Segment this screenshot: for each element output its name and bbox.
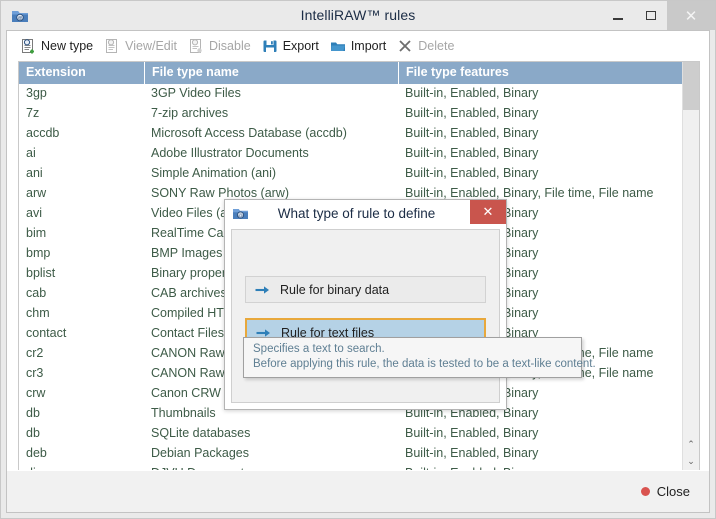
main-window: @ IntelliRAW™ rules ✕ New type View/Edit…	[0, 0, 716, 519]
cell-file-type-features: Built-in, Enabled, Binary	[405, 106, 539, 120]
close-dot-icon	[640, 487, 650, 496]
cell-extension: bmp	[26, 246, 51, 260]
client-area: New type View/Edit Disable Export Import…	[6, 30, 710, 513]
cell-file-type-name: DJVU Documents	[144, 464, 398, 470]
cell-extension: ani	[26, 166, 43, 180]
cell-extension: 7z	[26, 106, 40, 120]
cell-extension: crw	[26, 386, 46, 400]
table-row[interactable]: db SQLite databases Built-in, Enabled, Bin…	[19, 424, 682, 444]
scrollbar-thumb[interactable]	[683, 62, 699, 110]
cell-file-type-features: Built-in, Enabled, Binary	[398, 464, 682, 470]
cell-extension: deb	[26, 446, 47, 460]
cell-extension: cr2	[26, 346, 44, 360]
dialog-titlebar: @ What type of rule to define ✕	[225, 200, 506, 227]
import-folder-icon	[330, 38, 346, 54]
close-window-button[interactable]: ✕	[667, 1, 715, 30]
cell-extension: db	[26, 406, 40, 420]
toolbar-disable-button[interactable]: Disable	[186, 36, 260, 56]
rule-tooltip: Specifies a text to search. Before apply…	[243, 337, 596, 378]
toolbar-item-label: Export	[282, 39, 319, 53]
table-header-row: Extension File type name File type featu…	[19, 62, 682, 84]
cell-file-type-name: Adobe Illustrator Documents	[151, 146, 309, 160]
cell-extension: accdb	[26, 126, 60, 140]
cell-extension: db	[26, 426, 40, 440]
toolbar-item-label: New type	[41, 39, 94, 53]
delete-x-icon	[397, 38, 413, 54]
dialog-close-button[interactable]: ✕	[470, 200, 506, 224]
toolbar: New type View/Edit Disable Export Import…	[7, 31, 709, 61]
rule-for-binary-data-option[interactable]: Rule for binary data	[245, 276, 486, 303]
table-row[interactable]: ai Adobe Illustrator Documents Built-in, E…	[19, 144, 682, 164]
maximize-button[interactable]	[634, 1, 667, 30]
cell-extension: arw	[26, 186, 47, 200]
cell-extension: avi	[26, 206, 42, 220]
minimize-button[interactable]	[601, 1, 634, 30]
cell-file-type-name: 7-zip archives	[151, 106, 229, 120]
rule-option-label: Rule for binary data	[280, 282, 390, 297]
cell-extension: cr3	[26, 366, 44, 380]
dialog-title: What type of rule to define	[277, 206, 436, 221]
cell-file-type-name: 3GP Video Files	[151, 86, 241, 100]
cell-file-type-features: Built-in, Enabled, Binary	[405, 446, 539, 460]
svg-text:@: @	[238, 213, 243, 218]
scroll-down-arrow-icon[interactable]: ⌄	[683, 453, 699, 470]
cell-file-type-name: Debian Packages	[151, 446, 249, 460]
window-titlebar: @ IntelliRAW™ rules ✕	[1, 1, 715, 30]
cell-extension: cab	[26, 286, 47, 300]
dialog-folder-icon: @	[232, 205, 249, 222]
tooltip-line-1: Specifies a text to search.	[253, 343, 385, 355]
view-edit-icon	[104, 38, 120, 54]
toolbar-item-label: View/Edit	[125, 39, 177, 53]
toolbar-export-button[interactable]: Export	[260, 36, 328, 56]
toolbar-import-button[interactable]: Import	[328, 36, 395, 56]
table-row[interactable]: djvuDJVU DocumentsBuilt-in, Enabled, Bin…	[19, 464, 682, 470]
table-row[interactable]: 3gp 3GP Video Files Built-in, Enabled, Bin…	[19, 84, 682, 104]
rule-type-dialog: @ What type of rule to define ✕ Rule for…	[224, 199, 507, 410]
cell-file-type-features: Built-in, Enabled, Binary	[405, 146, 539, 160]
table-row[interactable]: accdb Microsoft Access Database (accdb) Bu…	[19, 124, 682, 144]
disable-icon	[188, 38, 204, 54]
toolbar-delete-button[interactable]: Delete	[395, 36, 463, 56]
column-header-file-type-name[interactable]: File type name	[144, 62, 398, 84]
table-row[interactable]: ani Simple Animation (ani) Built-in, Enabl…	[19, 164, 682, 184]
toolbar-item-label: Delete	[418, 39, 455, 53]
close-button[interactable]: Close	[640, 484, 690, 499]
vertical-scrollbar[interactable]: ⌃ ⌄	[682, 62, 699, 470]
column-header-file-type-features[interactable]: File type features	[398, 62, 682, 84]
cell-extension: bim	[26, 226, 47, 240]
cell-extension: 3gp	[26, 86, 47, 100]
column-header-extension[interactable]: Extension	[19, 62, 144, 84]
toolbar-view-edit-button[interactable]: View/Edit	[102, 36, 186, 56]
cell-file-type-features: Built-in, Enabled, Binary	[405, 86, 539, 100]
toolbar-new-type-button[interactable]: New type	[18, 36, 102, 56]
toolbar-item-label: Disable	[209, 39, 251, 53]
cell-file-type-name: Simple Animation (ani)	[151, 166, 277, 180]
cell-extension: djvu	[19, 464, 144, 470]
cell-extension: contact	[26, 326, 67, 340]
cell-file-type-features: Built-in, Enabled, Binary	[405, 126, 539, 140]
toolbar-item-label: Import	[350, 39, 387, 53]
tooltip-line-2: Before applying this rule, the data is t…	[253, 358, 596, 370]
arrow-right-icon	[255, 284, 270, 296]
new-type-icon	[20, 38, 36, 54]
cell-extension: bplist	[26, 266, 56, 280]
cell-file-type-name: SQLite databases	[151, 426, 251, 440]
table-row[interactable]: 7z 7-zip archives Built-in, Enabled, Binar…	[19, 104, 682, 124]
window-controls: ✕	[601, 1, 715, 30]
close-button-label: Close	[656, 484, 690, 499]
cell-extension: chm	[26, 306, 50, 320]
cell-file-type-features: Built-in, Enabled, Binary	[405, 426, 539, 440]
cell-file-type-features: Built-in, Enabled, Binary	[405, 166, 539, 180]
scroll-up-arrow-icon[interactable]: ⌃	[683, 436, 699, 453]
table-row[interactable]: deb Debian Packages Built-in, Enabled, Bin…	[19, 444, 682, 464]
export-floppy-icon	[262, 38, 278, 54]
footer-bar: Close	[7, 470, 709, 512]
cell-file-type-name: Microsoft Access Database (accdb)	[151, 126, 347, 140]
cell-extension: ai	[26, 146, 36, 160]
